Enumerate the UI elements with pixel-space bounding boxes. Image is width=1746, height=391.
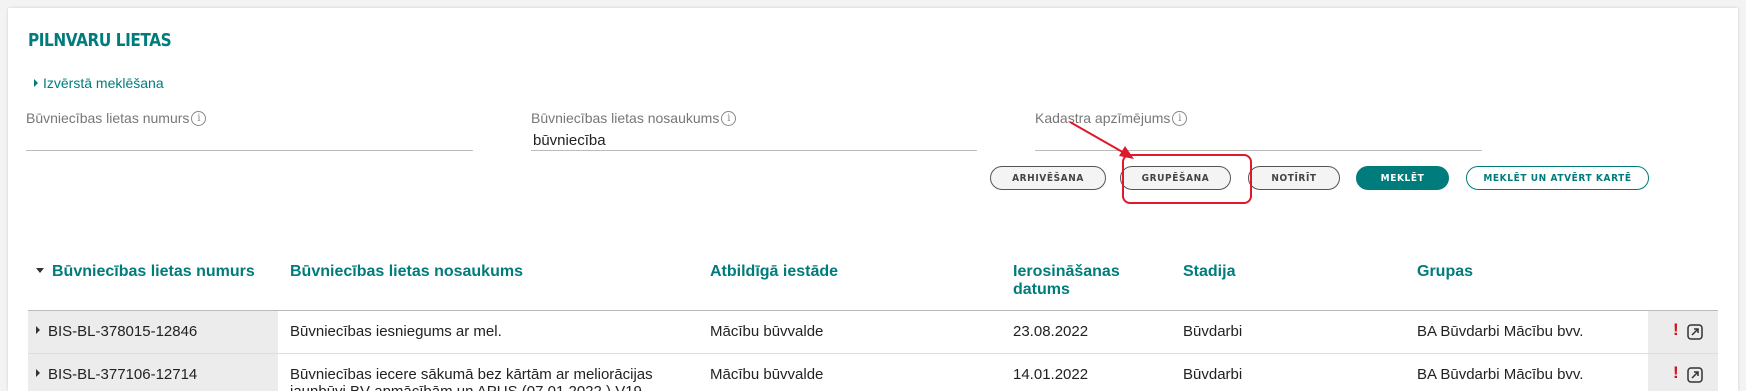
expand-row-icon[interactable] [36,326,40,334]
caret-right-icon [34,79,38,87]
case-number-input[interactable] [26,130,473,151]
clear-button[interactable]: NOTĪRĪT [1248,166,1340,190]
col-header-date-line1: Ierosināšanas [1013,263,1120,280]
info-icon[interactable]: i [191,111,207,126]
highlight-box [1122,154,1252,204]
row-stage: Būvdarbi [1183,323,1243,340]
case-name-label: Būvniecības lietas nosaukums [531,110,720,126]
col-header-name[interactable]: Būvniecības lietas nosaukums [290,263,523,281]
row-authority: Mācību būvvalde [710,323,824,340]
info-icon[interactable]: i [721,111,737,126]
archive-button[interactable]: ARHIVĒŠANA [990,166,1106,190]
sort-desc-icon [36,268,44,273]
col-header-date-line2: datums [1013,281,1070,298]
row-number-cell[interactable]: BIS-BL-378015-12846 [36,323,197,340]
row-number: BIS-BL-377106-12714 [48,366,198,383]
row-name: Būvniecības iecere sākumā bez kārtām ar … [290,366,653,391]
row-name-line1: Būvniecības iecere sākumā bez kārtām ar … [290,366,653,383]
row-authority: Mācību būvvalde [710,366,824,383]
case-name-input[interactable] [531,130,977,151]
col-header-stage[interactable]: Stadija [1183,263,1235,281]
case-number-filter: Būvniecības lietas numurs i [26,110,473,155]
row-groups: BA Būvdarbi Mācību bvv. [1417,366,1584,383]
col-header-date[interactable]: Ierosināšanas datums [1013,263,1120,299]
row-actions-bg [1648,311,1718,353]
alert-icon: ! [1673,363,1679,382]
row-date: 23.08.2022 [1013,323,1089,340]
col-header-groups[interactable]: Grupas [1417,263,1473,281]
advanced-search-toggle[interactable]: Izvērstā meklēšana [34,75,164,91]
advanced-search-label: Izvērstā meklēšana [43,75,164,91]
row-number-cell[interactable]: BIS-BL-377106-12714 [36,366,197,383]
row-name: Būvniecības iesniegums ar mel. [290,323,502,340]
alert-icon: ! [1673,320,1679,339]
col-header-number[interactable]: Būvniecības lietas numurs [36,263,255,281]
search-and-open-map-button[interactable]: MEKLĒT UN ATVĒRT KARTĒ [1466,166,1649,190]
row-stage: Būvdarbi [1183,366,1243,383]
info-icon[interactable]: i [1172,111,1188,126]
row-date: 14.01.2022 [1013,366,1089,383]
table-row[interactable]: BIS-BL-378015-12846 Būvniecības iesniegu… [28,311,1718,353]
row-actions-bg [1648,354,1718,391]
arrow-annotation [1069,121,1134,159]
page-title: PILNVARU LIETAS [28,30,172,51]
col-header-number-label: Būvniecības lietas numurs [52,263,255,280]
row-number: BIS-BL-378015-12846 [48,323,198,340]
row-groups: BA Būvdarbi Mācību bvv. [1417,323,1584,340]
search-button[interactable]: MEKLĒT [1356,166,1449,190]
expand-row-icon[interactable] [36,369,40,377]
main-panel: PILNVARU LIETAS Izvērstā meklēšana Būvni… [8,8,1738,391]
open-external-icon[interactable] [1687,324,1703,340]
col-header-authority[interactable]: Atbildīgā iestāde [710,263,838,281]
row-name-line2: jaunbūvi BV apmācībām un APUS (07.01.202… [290,383,653,391]
case-name-filter: Būvniecības lietas nosaukums i [531,110,977,155]
table-row[interactable]: BIS-BL-377106-12714 Būvniecības iecere s… [28,354,1718,391]
open-external-icon[interactable] [1687,367,1703,383]
case-number-label: Būvniecības lietas numurs [26,110,190,126]
